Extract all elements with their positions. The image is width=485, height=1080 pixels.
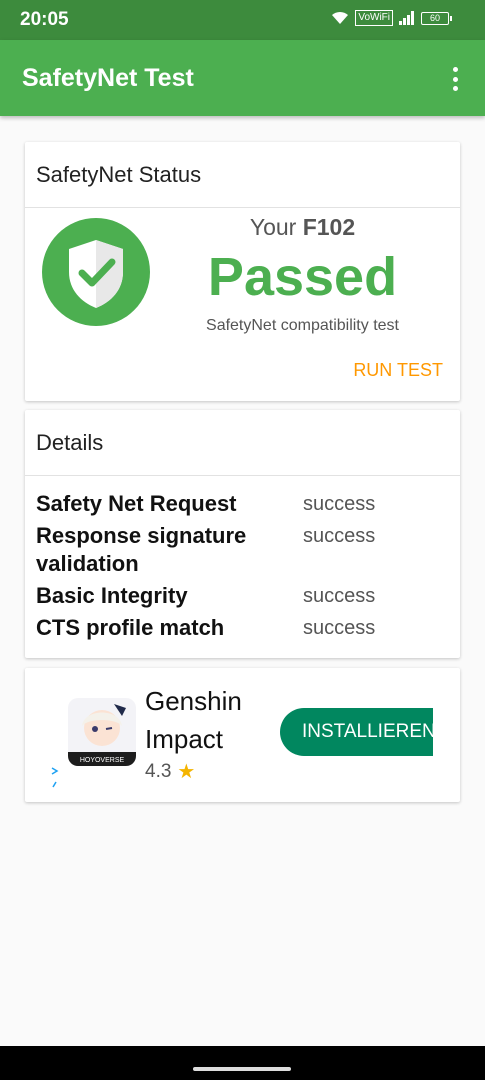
details-row: CTS profile match success xyxy=(36,614,446,642)
battery-icon: 60 xyxy=(421,11,452,25)
rating-value: 4.3 xyxy=(145,760,172,782)
icon-brand-text: HOYOVERSE xyxy=(80,757,125,764)
home-gesture-handle[interactable] xyxy=(193,1067,291,1071)
details-row: Basic Integrity success xyxy=(36,582,446,610)
ad-card[interactable]: HOYOVERSE Genshin Impact 4.3 ★ INSTALLIE… xyxy=(25,668,460,802)
details-value: success xyxy=(303,617,376,639)
ad-app-name[interactable]: Genshin Impact xyxy=(145,682,275,758)
details-row: Response signature validation success xyxy=(36,522,446,578)
result-subtitle: SafetyNet compatibility test xyxy=(206,317,399,334)
details-card: Details Safety Net Request success Respo… xyxy=(25,410,460,658)
overflow-menu-icon[interactable] xyxy=(449,67,461,91)
vowifi-badge: VoWiFi xyxy=(355,10,393,26)
your-prefix: Your xyxy=(249,214,297,240)
clock: 20:05 xyxy=(20,9,69,30)
star-icon: ★ xyxy=(177,761,196,783)
shield-check-icon xyxy=(42,218,150,326)
details-label: Response signature validation xyxy=(36,523,247,576)
device-line: Your F102 xyxy=(180,214,425,241)
adchoices-icon[interactable] xyxy=(51,766,59,790)
details-label: Basic Integrity xyxy=(36,583,188,608)
safetynet-status-card: SafetyNet Status Your F102 Passed Safety… xyxy=(25,142,460,401)
system-nav-bar xyxy=(0,1046,485,1080)
status-icons: VoWiFi 60 xyxy=(331,10,452,26)
status-card-header: SafetyNet Status xyxy=(25,142,460,208)
ad-rating: 4.3 ★ xyxy=(145,759,195,784)
details-value: success xyxy=(303,525,376,547)
wifi-icon xyxy=(332,11,349,24)
app-bar: SafetyNet Test xyxy=(0,40,485,116)
install-button[interactable]: INSTALLIEREN xyxy=(280,708,433,756)
details-card-header: Details xyxy=(25,410,460,476)
run-test-button[interactable]: RUN TEST xyxy=(353,360,443,381)
details-table: Safety Net Request success Response sign… xyxy=(36,490,446,646)
details-label: CTS profile match xyxy=(36,615,225,640)
genshin-app-icon[interactable]: HOYOVERSE xyxy=(68,698,136,766)
details-value: success xyxy=(303,585,376,607)
details-label: Safety Net Request xyxy=(36,491,237,516)
signal-icon xyxy=(399,11,414,25)
details-value: success xyxy=(303,493,376,515)
app-title: SafetyNet Test xyxy=(22,64,194,92)
device-model: F102 xyxy=(302,214,356,240)
status-bar: 20:05 VoWiFi 60 xyxy=(0,0,485,40)
details-row: Safety Net Request success xyxy=(36,490,446,518)
result-text: Passed xyxy=(207,247,398,307)
